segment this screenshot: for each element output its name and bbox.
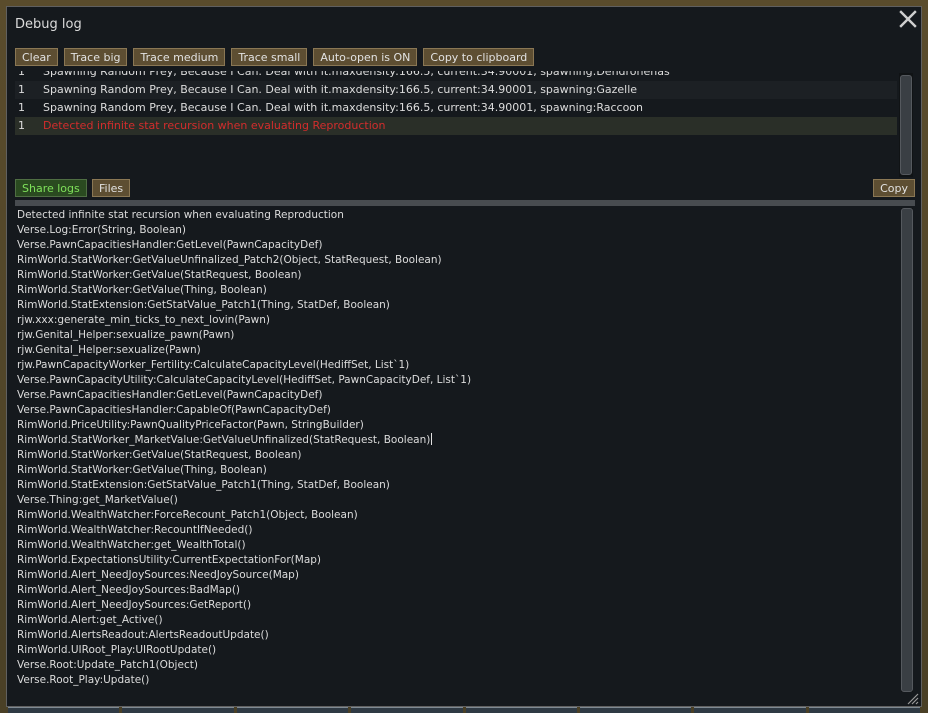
resize-handle-icon[interactable] xyxy=(905,690,919,705)
stack-trace-line: Verse.Root_Play:Update() xyxy=(17,674,150,686)
stack-trace-line: RimWorld.ExpectationsUtility:CurrentExpe… xyxy=(17,554,322,566)
stack-trace-line: RimWorld.StatExtension:GetStatValue_Patc… xyxy=(17,299,390,311)
copy-to-clipboard-button[interactable]: Copy to clipboard xyxy=(423,48,535,66)
trace-big-button[interactable]: Trace big xyxy=(63,48,128,66)
toolbar: Clear Trace big Trace medium Trace small… xyxy=(15,48,535,66)
message-text: Spawning Random Prey, Because I Can. Dea… xyxy=(43,101,643,114)
stack-trace-line: RimWorld.StatWorker:GetValue(StatRequest… xyxy=(17,269,302,281)
pane-splitter[interactable] xyxy=(15,200,915,206)
bottom-tab[interactable] xyxy=(351,707,463,713)
bottom-tab[interactable] xyxy=(808,707,920,713)
stack-trace-line: rjw.Genital_Helper:sexualize(Pawn) xyxy=(17,344,201,356)
bottom-tab-bar xyxy=(8,707,920,713)
stack-trace-line: Verse.PawnCapacitiesHandler:CapableOf(Pa… xyxy=(17,404,331,416)
stack-trace-line: RimWorld.Alert:get_Active() xyxy=(17,614,163,626)
stack-trace-line: Verse.PawnCapacitiesHandler:GetLevel(Paw… xyxy=(17,389,323,401)
message-row[interactable]: 1 Spawning Random Prey, Because I Can. D… xyxy=(15,71,897,81)
stack-trace-line: RimWorld.StatWorker_MarketValue:GetValue… xyxy=(17,433,433,446)
message-text: Spawning Random Prey, Because I Can. Dea… xyxy=(43,71,670,78)
stack-trace-line: RimWorld.PriceUtility:PawnQualityPriceFa… xyxy=(17,419,364,431)
stack-trace-line: RimWorld.StatWorker:GetValueUnfinalized_… xyxy=(17,254,442,266)
stack-trace-detail[interactable]: Detected infinite stat recursion when ev… xyxy=(15,208,897,698)
stack-trace-line: RimWorld.WealthWatcher:get_WealthTotal() xyxy=(17,539,246,551)
message-list-scrollbar-thumb[interactable] xyxy=(900,75,912,175)
bottom-tab[interactable] xyxy=(465,707,577,713)
stack-trace-line: rjw.PawnCapacityWorker_Fertility:Calcula… xyxy=(17,359,410,371)
message-row[interactable]: 1 Spawning Random Prey, Because I Can. D… xyxy=(15,81,897,99)
stack-trace-line: RimWorld.Alert_NeedJoySources:BadMap() xyxy=(17,584,241,596)
message-count: 1 xyxy=(18,119,25,132)
copy-button[interactable]: Copy xyxy=(873,179,915,197)
message-count: 1 xyxy=(18,71,25,78)
message-row-selected[interactable]: 1 Detected infinite stat recursion when … xyxy=(15,117,897,135)
stack-trace-line: Verse.PawnCapacityUtility:CalculateCapac… xyxy=(17,374,472,386)
stack-trace-line: RimWorld.WealthWatcher:ForceRecount_Patc… xyxy=(17,509,358,521)
text-caret xyxy=(431,433,433,445)
message-list-scrollbar[interactable] xyxy=(899,73,913,177)
stack-trace-line: RimWorld.StatWorker:GetValue(Thing, Bool… xyxy=(17,464,267,476)
stack-trace-line: RimWorld.StatWorker:GetValue(Thing, Bool… xyxy=(17,284,267,296)
message-list: 1 Spawning Random Prey, Because I Can. D… xyxy=(15,71,897,177)
stack-trace-line: Verse.PawnCapacitiesHandler:GetLevel(Paw… xyxy=(17,239,323,251)
detail-scrollbar-thumb[interactable] xyxy=(901,208,913,692)
message-text: Detected infinite stat recursion when ev… xyxy=(43,119,386,132)
bottom-tab[interactable] xyxy=(8,707,120,713)
clear-button[interactable]: Clear xyxy=(15,48,58,66)
stack-trace-line: Verse.Root:Update_Patch1(Object) xyxy=(17,659,198,671)
stack-trace-line: Verse.Thing:get_MarketValue() xyxy=(17,494,178,506)
bottom-tab[interactable] xyxy=(122,707,234,713)
stack-trace-line: RimWorld.Alert_NeedJoySources:GetReport(… xyxy=(17,599,252,611)
files-button[interactable]: Files xyxy=(92,179,131,197)
trace-small-button[interactable]: Trace small xyxy=(231,48,308,66)
stack-trace-line: RimWorld.WealthWatcher:RecountIfNeeded() xyxy=(17,524,253,536)
stack-trace-line: rjw.Genital_Helper:sexualize_pawn(Pawn) xyxy=(17,329,235,341)
auto-open-toggle-button[interactable]: Auto-open is ON xyxy=(313,48,418,66)
bottom-tab[interactable] xyxy=(236,707,349,713)
stack-trace-line: RimWorld.UIRoot_Play:UIRootUpdate() xyxy=(17,644,217,656)
window-title: Debug log xyxy=(15,17,82,32)
trace-medium-button[interactable]: Trace medium xyxy=(133,48,226,66)
bottom-tab[interactable] xyxy=(694,707,806,713)
message-count: 1 xyxy=(18,101,25,114)
bottom-tab[interactable] xyxy=(579,707,692,713)
stack-trace-line: RimWorld.StatExtension:GetStatValue_Patc… xyxy=(17,479,390,491)
stack-trace-line: RimWorld.AlertsReadout:AlertsReadoutUpda… xyxy=(17,629,269,641)
stack-trace-line: rjw.xxx:generate_min_ticks_to_next_lovin… xyxy=(17,314,271,326)
stack-trace-line: RimWorld.Alert_NeedJoySources:NeedJoySou… xyxy=(17,569,299,581)
debug-log-window: Debug log Clear Trace big Trace medium T… xyxy=(6,6,922,707)
close-icon[interactable] xyxy=(898,9,918,29)
message-count: 1 xyxy=(18,83,25,96)
stack-trace-line: Verse.Log:Error(String, Boolean) xyxy=(17,224,187,236)
stack-trace-line: Detected infinite stat recursion when ev… xyxy=(17,209,344,221)
message-row[interactable]: 1 Spawning Random Prey, Because I Can. D… xyxy=(15,99,897,117)
stack-trace-line: RimWorld.StatWorker:GetValue(StatRequest… xyxy=(17,449,302,461)
share-logs-button[interactable]: Share logs xyxy=(15,179,87,197)
message-text: Spawning Random Prey, Because I Can. Dea… xyxy=(43,83,638,96)
detail-scrollbar[interactable] xyxy=(901,208,913,692)
detail-toolbar: Share logs Files Copy xyxy=(15,179,915,199)
